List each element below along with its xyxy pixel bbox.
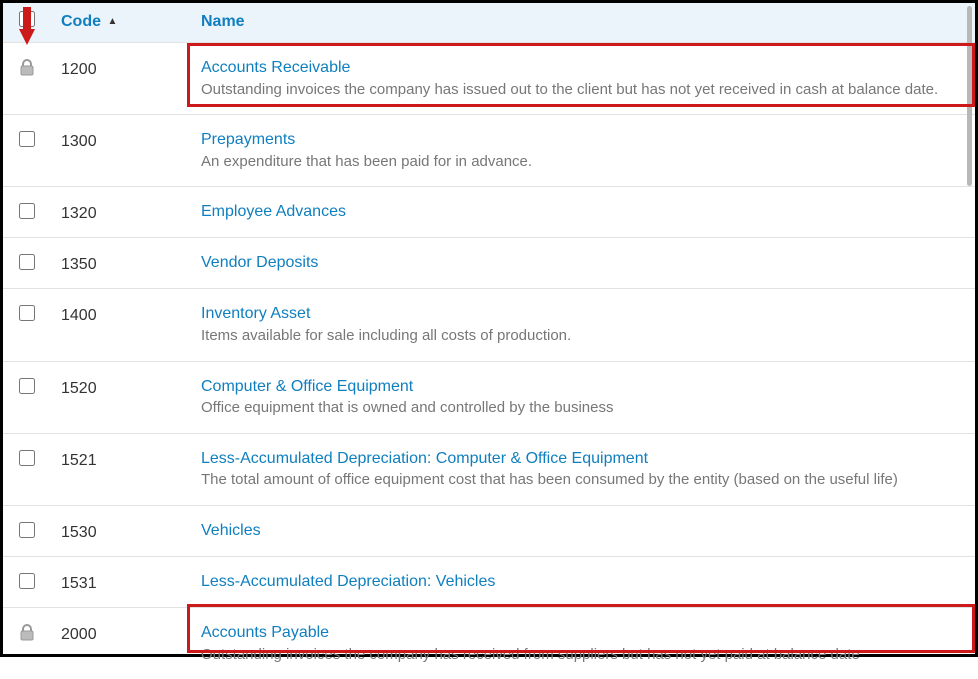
row-code: 1530 bbox=[51, 505, 191, 556]
header-name-label: Name bbox=[201, 13, 245, 30]
row-name-cell: Vendor Deposits bbox=[191, 238, 975, 289]
select-all-checkbox[interactable] bbox=[19, 11, 35, 27]
accounts-table-wrap: Code ▲ Name 1200 Accounts Receivable Outst… bbox=[3, 3, 975, 679]
row-checkbox[interactable] bbox=[19, 131, 35, 147]
table-row: 1531 Less-Accumulated Depreciation: Vehic… bbox=[3, 556, 975, 607]
row-checkbox[interactable] bbox=[19, 203, 35, 219]
sort-asc-icon: ▲ bbox=[107, 16, 117, 27]
header-code-label: Code bbox=[61, 13, 101, 30]
account-link[interactable]: Less-Accumulated Depreciation: Vehicles bbox=[201, 571, 495, 593]
row-name-cell: Accounts Receivable Outstanding invoices … bbox=[191, 43, 975, 115]
table-row: 1521 Less-Accumulated Depreciation: Compu… bbox=[3, 433, 975, 505]
row-code: 1300 bbox=[51, 115, 191, 187]
row-checkbox[interactable] bbox=[19, 573, 35, 589]
account-link[interactable]: Accounts Payable bbox=[201, 622, 329, 644]
row-code: 2000 bbox=[51, 607, 191, 679]
account-description: Outstanding invoices the company has rec… bbox=[201, 646, 860, 663]
row-name-cell: Accounts Payable Outstanding invoices the… bbox=[191, 607, 975, 679]
lock-icon bbox=[19, 624, 35, 642]
account-description: Office equipment that is owned and contr… bbox=[201, 399, 613, 416]
row-code: 1350 bbox=[51, 238, 191, 289]
row-code: 1521 bbox=[51, 433, 191, 505]
row-name-cell: Vehicles bbox=[191, 505, 975, 556]
row-code: 1520 bbox=[51, 361, 191, 433]
accounts-table: Code ▲ Name 1200 Accounts Receivable Outst… bbox=[3, 3, 975, 679]
row-checkbox[interactable] bbox=[19, 378, 35, 394]
account-description: Items available for sale including all c… bbox=[201, 327, 571, 344]
lock-icon bbox=[19, 59, 35, 77]
account-description: An expenditure that has been paid for in… bbox=[201, 153, 532, 170]
row-checkbox[interactable] bbox=[19, 522, 35, 538]
row-name-cell: Less-Accumulated Depreciation: Vehicles bbox=[191, 556, 975, 607]
row-name-cell: Less-Accumulated Depreciation: Computer … bbox=[191, 433, 975, 505]
table-row: 2000 Accounts Payable Outstanding invoices… bbox=[3, 607, 975, 679]
row-checkbox[interactable] bbox=[19, 450, 35, 466]
account-description: Outstanding invoices the company has iss… bbox=[201, 81, 938, 98]
account-link[interactable]: Prepayments bbox=[201, 129, 295, 151]
table-row: 1530 Vehicles bbox=[3, 505, 975, 556]
row-code: 1320 bbox=[51, 187, 191, 238]
row-checkbox[interactable] bbox=[19, 254, 35, 270]
account-link[interactable]: Accounts Receivable bbox=[201, 57, 350, 79]
row-checkbox[interactable] bbox=[19, 305, 35, 321]
header-name[interactable]: Name bbox=[191, 3, 975, 43]
table-row: 1520Computer & Office EquipmentOffice eq… bbox=[3, 361, 975, 433]
table-row: 1300 Prepayments An expenditure that has b… bbox=[3, 115, 975, 187]
row-name-cell: Prepayments An expenditure that has been … bbox=[191, 115, 975, 187]
header-select-all bbox=[3, 3, 51, 43]
account-link[interactable]: Less-Accumulated Depreciation: Computer … bbox=[201, 448, 648, 470]
table-row: 1200 Accounts Receivable Outstanding invoi… bbox=[3, 43, 975, 115]
row-name-cell: Computer & Office EquipmentOffice equipm… bbox=[191, 361, 975, 433]
account-link[interactable]: Vendor Deposits bbox=[201, 252, 318, 274]
account-link[interactable]: Vehicles bbox=[201, 520, 261, 542]
account-link[interactable]: Employee Advances bbox=[201, 201, 346, 223]
account-link[interactable]: Computer & Office Equipment bbox=[201, 376, 413, 398]
table-row: 1400 Inventory Asset Items available for s… bbox=[3, 289, 975, 361]
row-code: 1400 bbox=[51, 289, 191, 361]
account-description: The total amount of office equipment cos… bbox=[201, 471, 898, 488]
header-code[interactable]: Code ▲ bbox=[51, 3, 191, 43]
table-row: 1350 Vendor Deposits bbox=[3, 238, 975, 289]
row-code: 1200 bbox=[51, 43, 191, 115]
account-link[interactable]: Inventory Asset bbox=[201, 303, 310, 325]
row-name-cell: Employee Advances bbox=[191, 187, 975, 238]
table-row: 1320 Employee Advances bbox=[3, 187, 975, 238]
row-name-cell: Inventory Asset Items available for sale … bbox=[191, 289, 975, 361]
table-header-row: Code ▲ Name bbox=[3, 3, 975, 43]
row-code: 1531 bbox=[51, 556, 191, 607]
scrollbar[interactable] bbox=[967, 6, 972, 186]
